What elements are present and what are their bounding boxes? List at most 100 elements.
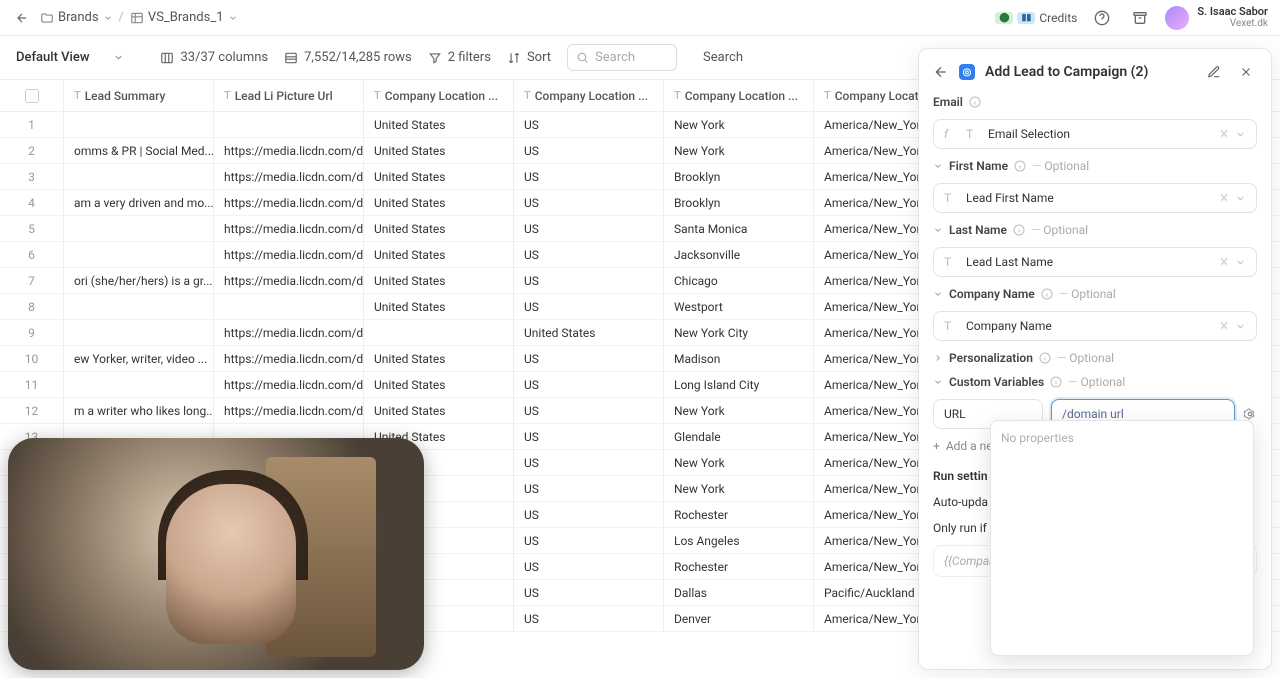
cell[interactable]: US <box>514 476 664 501</box>
filters-button[interactable]: 2 filters <box>428 50 491 65</box>
cell[interactable]: https://media.licdn.com/d... <box>214 164 364 189</box>
cell[interactable]: US <box>514 580 664 605</box>
cell[interactable]: US <box>514 190 664 215</box>
cell[interactable]: US <box>514 138 664 163</box>
column-header[interactable]: TCompany Location ... <box>664 80 814 111</box>
cell[interactable]: Chicago <box>664 268 814 293</box>
cell[interactable]: ori (she/her/hers) is a gr... <box>64 268 214 293</box>
cell[interactable]: US <box>514 216 664 241</box>
cell[interactable]: America/New_York <box>814 164 924 189</box>
cell[interactable]: United States <box>364 398 514 423</box>
cell[interactable] <box>64 294 214 319</box>
cell[interactable]: United States <box>364 372 514 397</box>
cell[interactable]: am a very driven and mo... <box>64 190 214 215</box>
cell[interactable]: New York <box>664 450 814 475</box>
chevron-down-icon[interactable] <box>1235 129 1246 140</box>
cell[interactable]: Jacksonville <box>664 242 814 267</box>
cell[interactable]: US <box>514 242 664 267</box>
cell[interactable]: US <box>514 294 664 319</box>
close-button[interactable] <box>1235 61 1257 83</box>
cell[interactable]: America/New_York <box>814 476 924 501</box>
lastname-field[interactable]: T Lead Last Name ✕ <box>933 247 1257 277</box>
cell[interactable]: United States <box>514 320 664 345</box>
cell[interactable]: https://media.licdn.com/d... <box>214 268 364 293</box>
cell[interactable]: America/New_York <box>814 112 924 137</box>
panel-back-button[interactable] <box>933 64 949 80</box>
cell[interactable]: Brooklyn <box>664 190 814 215</box>
cell[interactable]: US <box>514 268 664 293</box>
firstname-field[interactable]: T Lead First Name ✕ <box>933 183 1257 213</box>
cell[interactable]: Long Island City <box>664 372 814 397</box>
cell[interactable]: US <box>514 606 664 631</box>
cell[interactable]: America/New_York <box>814 346 924 371</box>
column-header[interactable]: TCompany Location ... <box>364 80 514 111</box>
cell[interactable] <box>64 216 214 241</box>
cell[interactable]: ew Yorker, writer, video ... <box>64 346 214 371</box>
chevron-down-icon[interactable] <box>933 225 943 235</box>
column-header[interactable]: TLead Summary <box>64 80 214 111</box>
cv-settings-button[interactable] <box>1243 407 1257 421</box>
cell[interactable]: https://media.licdn.com/d... <box>214 216 364 241</box>
cell[interactable]: United States <box>364 216 514 241</box>
cell[interactable]: omms & PR | Social Med... <box>64 138 214 163</box>
cell[interactable]: https://media.licdn.com/d... <box>214 320 364 345</box>
chevron-right-icon[interactable] <box>933 353 943 363</box>
cell[interactable]: Brooklyn <box>664 164 814 189</box>
cell[interactable]: New York <box>664 476 814 501</box>
company-field[interactable]: T Company Name ✕ <box>933 311 1257 341</box>
cell[interactable]: US <box>514 112 664 137</box>
cell[interactable]: Los Angeles <box>664 528 814 553</box>
cell[interactable]: America/New_York <box>814 398 924 423</box>
edit-button[interactable] <box>1203 61 1225 83</box>
cell[interactable]: Dallas <box>664 580 814 605</box>
rows-button[interactable]: 7,552/14,285 rows <box>284 50 412 65</box>
cell[interactable]: Rochester <box>664 554 814 579</box>
chevron-down-icon[interactable] <box>933 161 943 171</box>
cell[interactable]: United States <box>364 138 514 163</box>
cell[interactable]: America/New_York <box>814 216 924 241</box>
cell[interactable]: US <box>514 372 664 397</box>
cell[interactable]: Denver <box>664 606 814 631</box>
column-header[interactable]: TCompany Location ... <box>514 80 664 111</box>
chevron-down-icon[interactable] <box>1235 193 1246 204</box>
view-selector[interactable]: Default View <box>16 50 124 65</box>
cell[interactable] <box>364 320 514 345</box>
cell[interactable]: https://media.licdn.com/d... <box>214 138 364 163</box>
cell[interactable]: America/New_York <box>814 320 924 345</box>
cell[interactable] <box>64 372 214 397</box>
cell[interactable]: US <box>514 528 664 553</box>
cell[interactable]: America/New_York <box>814 372 924 397</box>
cell[interactable]: America/New_York <box>814 554 924 579</box>
cell[interactable]: US <box>514 164 664 189</box>
cell[interactable]: US <box>514 424 664 449</box>
cell[interactable] <box>64 112 214 137</box>
archive-button[interactable] <box>1127 5 1153 31</box>
cell[interactable]: United States <box>364 242 514 267</box>
breadcrumb-table[interactable]: VS_Brands_1 <box>130 10 238 25</box>
cell[interactable]: Westport <box>664 294 814 319</box>
cell[interactable]: Santa Monica <box>664 216 814 241</box>
cell[interactable]: US <box>514 554 664 579</box>
cell[interactable]: m a writer who likes long... <box>64 398 214 423</box>
cell[interactable] <box>64 242 214 267</box>
column-header[interactable]: TCompany Locati... <box>814 80 924 111</box>
cell[interactable]: Rochester <box>664 502 814 527</box>
cell[interactable]: https://media.licdn.com/d... <box>214 346 364 371</box>
cell[interactable]: America/New_York <box>814 190 924 215</box>
cell[interactable]: US <box>514 450 664 475</box>
cell[interactable]: United States <box>364 268 514 293</box>
cell[interactable] <box>64 164 214 189</box>
cell[interactable]: America/New_York <box>814 268 924 293</box>
search-input[interactable]: Search <box>567 44 677 71</box>
clear-icon[interactable]: ✕ <box>1219 255 1229 269</box>
cell[interactable]: United States <box>364 190 514 215</box>
cell[interactable]: America/New_York <box>814 450 924 475</box>
cell[interactable] <box>64 320 214 345</box>
cell[interactable]: America/New_York <box>814 242 924 267</box>
breadcrumb-folder[interactable]: Brands <box>40 10 113 25</box>
cell[interactable]: New York <box>664 398 814 423</box>
user-menu[interactable]: S. Isaac Sabor Vexet.dk <box>1165 6 1268 30</box>
cell[interactable]: US <box>514 502 664 527</box>
cell[interactable]: America/New_York <box>814 606 924 631</box>
back-button[interactable] <box>12 8 32 28</box>
